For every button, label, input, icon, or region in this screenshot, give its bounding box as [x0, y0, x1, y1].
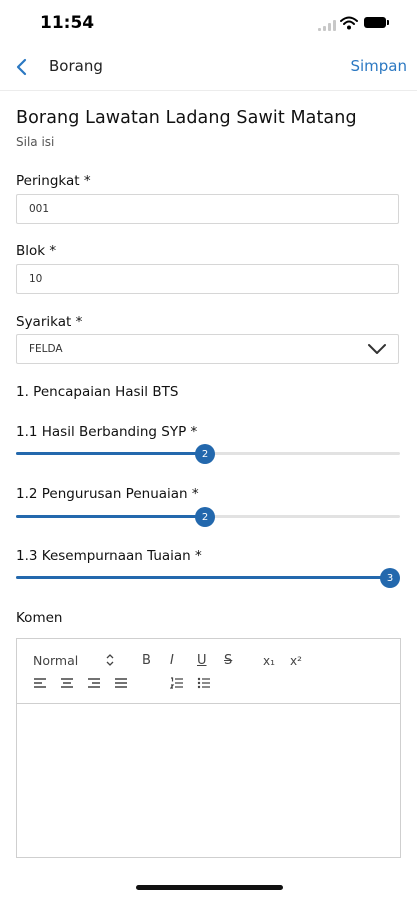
- slider-fill: [16, 515, 205, 518]
- slider-1-label: 1.1 Hasil Berbanding SYP *: [16, 424, 198, 440]
- navigation-bar: Borang Simpan: [0, 44, 417, 91]
- save-button[interactable]: Simpan: [350, 57, 407, 75]
- blok-label: Blok *: [16, 243, 57, 259]
- battery-icon: [364, 17, 389, 28]
- align-center-icon[interactable]: [60, 677, 74, 689]
- align-right-icon[interactable]: [87, 677, 101, 689]
- slider-3-label: 1.3 Kesempurnaan Tuaian *: [16, 548, 202, 564]
- italic-button[interactable]: I: [170, 653, 174, 669]
- kesempurnaan-tuaian-slider[interactable]: 3: [16, 568, 400, 588]
- align-justify-icon[interactable]: [114, 677, 128, 689]
- editor-toolbar: Normal B I U S x₁ x²: [17, 639, 400, 704]
- section-heading: 1. Pencapaian Hasil BTS: [16, 384, 179, 400]
- rich-text-editor: Normal B I U S x₁ x²: [16, 638, 401, 858]
- ordered-list-icon[interactable]: [170, 676, 184, 690]
- comment-label: Komen: [16, 610, 63, 626]
- blok-input[interactable]: 10: [16, 264, 399, 294]
- underline-button[interactable]: U: [197, 653, 207, 669]
- blok-value: 10: [29, 273, 43, 285]
- form-title: Borang Lawatan Ladang Sawit Matang: [16, 108, 357, 128]
- peringkat-input[interactable]: 001: [16, 194, 399, 224]
- slider-thumb[interactable]: 2: [195, 444, 215, 464]
- comment-editor-area[interactable]: [17, 703, 400, 857]
- nav-title: Borang: [49, 57, 103, 75]
- subscript-button[interactable]: x₁: [263, 653, 275, 669]
- slider-thumb[interactable]: 3: [380, 568, 400, 588]
- bullet-list-icon[interactable]: [197, 676, 211, 690]
- syarikat-label: Syarikat *: [16, 314, 83, 330]
- syarikat-value: FELDA: [29, 343, 63, 355]
- pengurusan-penuaian-slider[interactable]: 2: [16, 507, 400, 527]
- slider-fill: [16, 452, 205, 455]
- peringkat-value: 001: [29, 203, 50, 215]
- slider-thumb[interactable]: 2: [195, 507, 215, 527]
- format-select[interactable]: Normal: [33, 653, 78, 669]
- status-time: 11:54: [40, 13, 95, 33]
- hasil-berbanding-syp-slider[interactable]: 2: [16, 444, 400, 464]
- status-bar: 11:54: [0, 0, 417, 44]
- slider-2-label: 1.2 Pengurusan Penuaian *: [16, 486, 199, 502]
- peringkat-label: Peringkat *: [16, 173, 91, 189]
- bold-button[interactable]: B: [142, 653, 151, 669]
- superscript-button[interactable]: x²: [290, 653, 302, 669]
- strike-button[interactable]: S: [224, 653, 232, 669]
- select-arrows-icon: [106, 654, 114, 666]
- syarikat-select[interactable]: FELDA: [16, 334, 399, 364]
- back-chevron-icon[interactable]: [14, 57, 30, 77]
- form-subtitle: Sila isi: [16, 135, 55, 149]
- chevron-down-icon: [368, 344, 386, 354]
- cellular-signal-icon: [318, 20, 336, 31]
- home-indicator: [136, 885, 283, 890]
- slider-fill: [16, 576, 390, 579]
- wifi-icon: [340, 16, 358, 30]
- align-left-icon[interactable]: [33, 677, 47, 689]
- format-select-value: Normal: [33, 653, 79, 668]
